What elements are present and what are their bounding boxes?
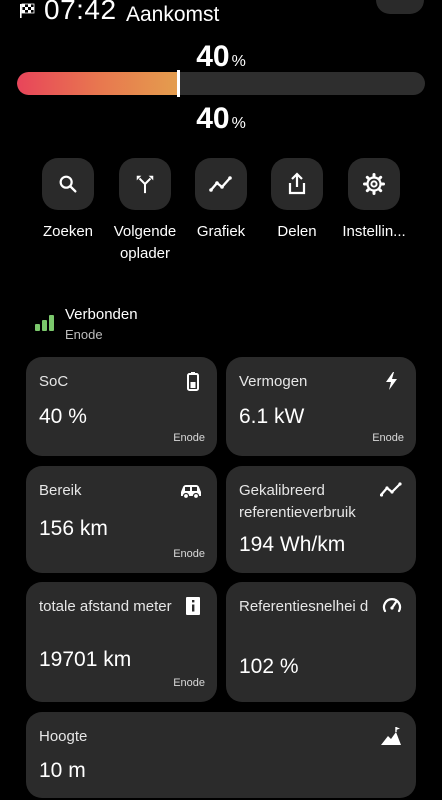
soc-value-top: 40: [196, 40, 230, 73]
card-title: Referentiesnelhei d: [239, 598, 369, 615]
card-value: 19701 km: [39, 648, 132, 671]
card-value: 10 m: [39, 759, 86, 782]
lightning-icon: [386, 372, 397, 390]
share-label: Delen: [277, 223, 317, 240]
card-value: 194 Wh/km: [239, 533, 346, 556]
battery-bar: [17, 72, 425, 95]
signal-bars-icon: [35, 315, 54, 331]
card-value: 6.1 kW: [239, 405, 305, 428]
battery-soc-top: 40%: [0, 40, 442, 74]
clock-time: 07:42: [44, 0, 117, 25]
checkered-flag-icon: [20, 3, 35, 18]
arrival-label: Aankomst: [126, 3, 220, 26]
share-icon: [288, 172, 306, 195]
share-action[interactable]: Delen: [257, 158, 337, 243]
chart-label: Grafiek: [196, 223, 246, 240]
menu-button[interactable]: [376, 0, 424, 14]
soc-unit-bottom: %: [231, 115, 246, 132]
car-icon: [181, 485, 201, 500]
search-button[interactable]: [42, 158, 94, 210]
card-altitude[interactable]: Hoogte 10 m: [26, 712, 416, 798]
gear-icon: [363, 173, 385, 195]
battery-icon: [187, 372, 199, 391]
card-source: Enode: [372, 432, 404, 444]
status-source: Enode: [65, 327, 103, 342]
card-title: Hoogte: [39, 728, 88, 745]
battery-marker: [177, 70, 180, 97]
card-power[interactable]: Vermogen 6.1 kW Enode: [226, 357, 416, 456]
next-charger-label: Volgende oplader: [113, 223, 177, 262]
card-value: 40 %: [39, 405, 87, 428]
card-title: SoC: [39, 373, 69, 390]
battery-bar-fill: [17, 72, 181, 95]
card-title: totale afstand meter: [39, 598, 172, 615]
search-icon: [59, 175, 77, 193]
next-charger-action[interactable]: Volgende oplader: [104, 158, 186, 265]
settings-button[interactable]: [348, 158, 400, 210]
next-charger-button[interactable]: [119, 158, 171, 210]
card-title: Vermogen: [239, 373, 308, 390]
card-title: Bereik: [39, 482, 82, 499]
top-bar: 07:42 Aankomst: [0, 0, 442, 34]
chart-action[interactable]: Grafiek: [181, 158, 261, 243]
search-action[interactable]: Zoeken: [28, 158, 108, 243]
line-chart-icon: [209, 176, 232, 192]
card-soc[interactable]: SoC 40 % Enode: [26, 357, 217, 456]
settings-action[interactable]: Instellin...: [332, 158, 416, 243]
card-value: 156 km: [39, 517, 108, 540]
card-source: Enode: [173, 548, 205, 560]
settings-label: Instellin...: [342, 223, 406, 240]
status-title: Verbonden: [65, 306, 138, 323]
card-range[interactable]: Bereik 156 km Enode: [26, 466, 217, 573]
card-odometer[interactable]: totale afstand meter 19701 km Enode: [26, 582, 217, 702]
gauge-icon: [382, 598, 402, 613]
card-source: Enode: [173, 677, 205, 689]
soc-unit-top: %: [231, 53, 246, 70]
mountain-icon: [381, 727, 401, 745]
action-row: Zoeken Volgende oplader Grafiek Delen In…: [0, 158, 442, 268]
share-button[interactable]: [271, 158, 323, 210]
card-source: Enode: [173, 432, 205, 444]
search-label: Zoeken: [42, 223, 94, 240]
soc-value-bottom: 40: [196, 102, 230, 135]
card-reference-consumption[interactable]: Gekalibreerd referentieverbruik 194 Wh/k…: [226, 466, 416, 573]
card-value: 102 %: [239, 655, 299, 678]
chart-button[interactable]: [195, 158, 247, 210]
info-icon: [186, 597, 200, 615]
trend-icon: [380, 482, 402, 497]
battery-soc-bottom: 40%: [0, 102, 442, 136]
card-title: Gekalibreerd referentieverbruik: [239, 482, 356, 521]
card-reference-speed[interactable]: Referentiesnelhei d 102 %: [226, 582, 416, 702]
fork-route-icon: [136, 175, 154, 194]
